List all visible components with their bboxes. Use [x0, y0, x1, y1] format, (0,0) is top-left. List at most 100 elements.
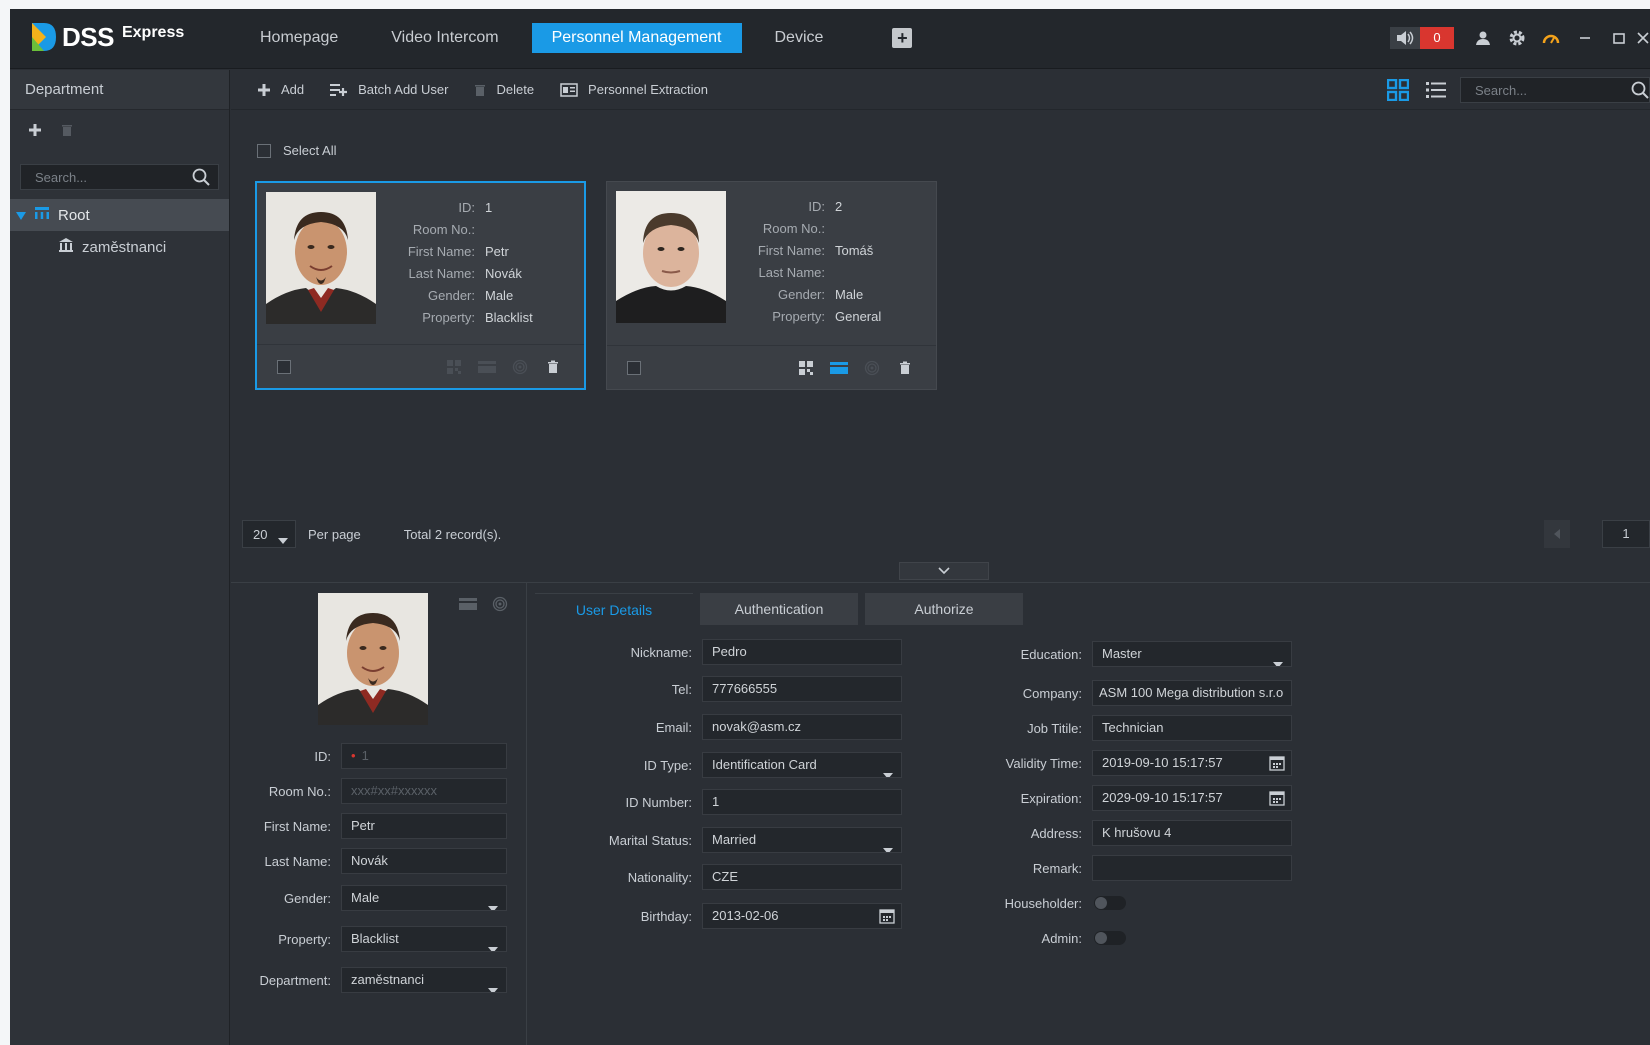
detail-room-input[interactable]: xxx#xx#xxxxxx — [341, 778, 507, 804]
list-view-icon[interactable] — [1422, 77, 1450, 103]
fingerprint-icon[interactable] — [509, 357, 531, 377]
card-icon[interactable] — [476, 357, 498, 377]
grid-view-icon[interactable] — [1384, 77, 1412, 103]
trash-icon[interactable] — [542, 357, 564, 377]
calendar-icon[interactable] — [1269, 790, 1285, 810]
per-page-select[interactable]: 20 — [242, 520, 296, 548]
card-footer-2 — [607, 345, 936, 389]
detail-property-select[interactable]: Blacklist — [341, 926, 507, 952]
alarm-count-badge[interactable]: 0 — [1420, 27, 1454, 49]
tab-video-intercom[interactable]: Video Intercom — [371, 23, 518, 53]
card-icon[interactable] — [828, 358, 850, 378]
last-name-label: Last Name: — [408, 266, 475, 281]
education-select[interactable]: Master — [1092, 641, 1292, 667]
gender-label: Gender: — [428, 288, 475, 303]
card-checkbox-1[interactable] — [277, 359, 291, 374]
tree-item-zamestnanci[interactable]: zaměstnanci — [10, 231, 229, 263]
select-all[interactable]: Select All — [257, 143, 336, 158]
detail-last-name-input[interactable]: Novák — [341, 848, 507, 874]
remark-input[interactable] — [1092, 855, 1292, 881]
trash-icon[interactable] — [894, 358, 916, 378]
person-info-1: ID: 1 Room No.: First Name: Petr Last Name… — [387, 197, 533, 329]
card-icon[interactable] — [456, 593, 480, 615]
add-button[interactable]: Add — [257, 82, 304, 97]
detail-id-value: 1 — [361, 748, 369, 763]
detail-property-label: Property: — [278, 931, 331, 947]
fingerprint-icon[interactable] — [861, 358, 883, 378]
minimize-icon[interactable] — [1568, 27, 1602, 49]
address-input[interactable]: K hrušovu 4 — [1092, 820, 1292, 846]
tab-user-details[interactable]: User Details — [535, 593, 693, 625]
per-page-value: 20 — [253, 526, 268, 542]
maximize-icon[interactable] — [1602, 27, 1636, 49]
department-search-input[interactable] — [21, 165, 181, 189]
batch-add-icon — [330, 83, 348, 96]
speaker-icon[interactable] — [1390, 27, 1420, 49]
add-button-label: Add — [281, 82, 305, 97]
detail-photo[interactable] — [318, 593, 428, 725]
user-icon[interactable] — [1466, 27, 1500, 49]
calendar-icon[interactable] — [1269, 755, 1285, 775]
birthday-input[interactable]: 2013-02-06 — [702, 903, 902, 929]
tab-personnel-management[interactable]: Personnel Management — [531, 23, 742, 53]
collapse-detail-button[interactable] — [899, 562, 989, 580]
prev-page-button[interactable] — [1544, 520, 1570, 548]
nickname-input[interactable]: Pedro — [702, 639, 902, 665]
id-card-icon — [560, 82, 578, 97]
card-checkbox-2[interactable] — [627, 360, 641, 375]
job-title-input[interactable]: Technician — [1092, 715, 1292, 741]
qr-code-icon[interactable] — [795, 358, 817, 378]
page-number-input[interactable]: 1 — [1602, 520, 1650, 548]
tab-authorize[interactable]: Authorize — [865, 593, 1023, 625]
validity-time-input[interactable]: 2019-09-10 15:17:57 — [1092, 750, 1292, 776]
company-input[interactable]: ASM 100 Mega distribution s.r.o — [1092, 680, 1292, 706]
gear-icon[interactable] — [1500, 27, 1534, 49]
add-department-icon[interactable] — [24, 119, 46, 141]
speedometer-icon[interactable] — [1534, 27, 1568, 49]
fingerprint-icon[interactable] — [488, 593, 512, 615]
tab-homepage[interactable]: Homepage — [240, 23, 358, 53]
close-icon[interactable] — [1636, 27, 1650, 49]
detail-gender-label: Gender: — [284, 890, 331, 906]
admin-toggle[interactable] — [1094, 931, 1126, 945]
personnel-search-input[interactable] — [1461, 78, 1611, 102]
batch-add-user-button[interactable]: Batch Add User — [330, 82, 448, 97]
detail-department-select[interactable]: zaměstnanci — [341, 967, 507, 993]
tree-item-root[interactable]: Root — [10, 199, 229, 231]
detail-gender-field: Gender: Male — [231, 885, 527, 911]
personnel-extraction-button[interactable]: Personnel Extraction — [560, 82, 708, 97]
marital-status-select[interactable]: Married — [702, 827, 902, 853]
qr-code-icon[interactable] — [443, 357, 465, 377]
nationality-input[interactable]: CZE — [702, 864, 902, 890]
marital-status-field: Marital Status: Married — [531, 827, 902, 853]
pagination: 20 Per page Total 2 record(s). 1 — [242, 519, 1650, 549]
chevron-down-icon[interactable] — [16, 207, 26, 224]
search-icon[interactable] — [192, 168, 210, 189]
id-type-select[interactable]: Identification Card — [702, 752, 902, 778]
person-card-2[interactable]: ID: 2 Room No.: First Name: Tomáš Last Nam… — [606, 181, 937, 390]
select-all-checkbox[interactable] — [257, 143, 271, 158]
delete-department-icon[interactable] — [56, 119, 78, 141]
delete-button[interactable]: Delete — [474, 82, 534, 97]
admin-label: Admin: — [1041, 930, 1082, 946]
gender-value: Male — [485, 288, 514, 303]
person-card-1[interactable]: ID: 1 Room No.: First Name: Petr Last Name… — [255, 181, 586, 390]
building-icon — [58, 237, 74, 257]
top-bar: DSS Express Homepage Video Intercom Pers… — [10, 9, 1650, 69]
per-page-label: Per page — [308, 526, 361, 542]
tab-authentication[interactable]: Authentication — [700, 593, 858, 625]
tel-input[interactable]: 777666555 — [702, 676, 902, 702]
search-icon[interactable] — [1631, 81, 1649, 102]
id-number-input[interactable]: 1 — [702, 789, 902, 815]
email-input[interactable]: novak@asm.cz — [702, 714, 902, 740]
detail-first-name-input[interactable]: Petr — [341, 813, 507, 839]
detail-gender-select[interactable]: Male — [341, 885, 507, 911]
first-name-value: Petr — [485, 244, 509, 259]
householder-toggle[interactable] — [1094, 896, 1126, 910]
tab-device[interactable]: Device — [755, 23, 844, 53]
select-all-label: Select All — [283, 143, 337, 158]
calendar-icon[interactable] — [879, 908, 895, 928]
expiration-input[interactable]: 2029-09-10 15:17:57 — [1092, 785, 1292, 811]
add-tab-icon[interactable]: + — [892, 28, 913, 48]
sidebar-tools — [10, 110, 229, 150]
